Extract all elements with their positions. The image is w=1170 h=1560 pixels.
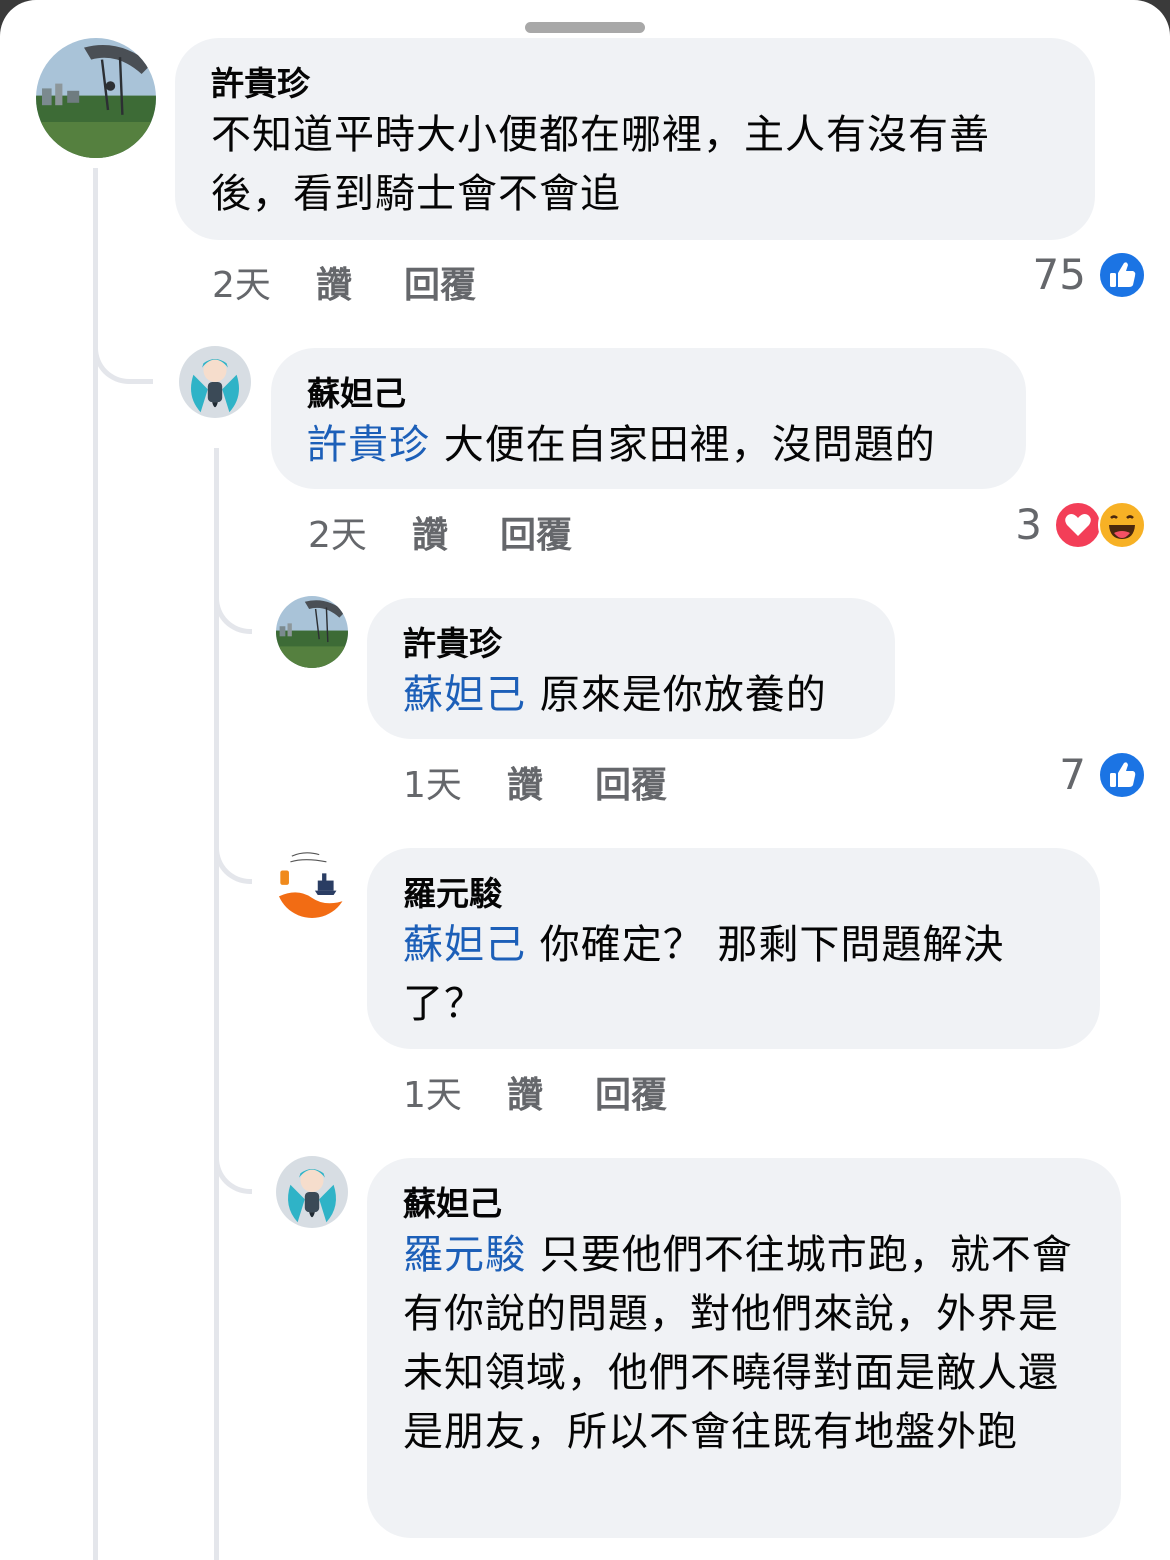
like-button[interactable]: 讚 <box>412 506 500 558</box>
landscape-photo-avatar <box>36 38 156 158</box>
comment-author[interactable]: 蘇妲己 <box>403 1182 1085 1226</box>
comment-text: 蘇妲己 原來是你放養的 <box>403 666 859 725</box>
like-button[interactable]: 讚 <box>507 1066 595 1118</box>
drag-handle[interactable] <box>525 22 645 33</box>
reply-button[interactable]: 回覆 <box>595 1066 667 1118</box>
avatar[interactable] <box>276 596 348 668</box>
anime-character-avatar <box>179 346 251 418</box>
comment-bubble[interactable]: 蘇妲己 羅元駿 只要他們不往城市跑，就不會有你說的問題，對他們來說，外界是未知領… <box>367 1158 1121 1538</box>
thread-line <box>93 168 98 1560</box>
comment-bubble[interactable]: 許貴珍 蘇妲己 原來是你放養的 <box>367 598 895 739</box>
comment-mention[interactable]: 許貴珍 <box>307 422 430 468</box>
reply-button[interactable]: 回覆 <box>404 256 476 308</box>
comment-actions: 1天讚回覆 <box>403 1066 667 1118</box>
comment-mention[interactable]: 蘇妲己 <box>403 922 526 968</box>
reaction-icons <box>1054 500 1146 549</box>
comment-bubble[interactable]: 蘇妲己 許貴珍 大便在自家田裡，沒問題的 <box>271 348 1026 489</box>
comment-author[interactable]: 許貴珍 <box>403 622 859 666</box>
comment-author[interactable]: 羅元駿 <box>403 872 1064 916</box>
love-icon <box>1054 500 1102 549</box>
avatar[interactable] <box>276 846 348 918</box>
comment-text: 羅元駿 只要他們不往城市跑，就不會有你說的問題，對他們來說，外界是未知領域，他們… <box>403 1226 1085 1462</box>
reaction-summary[interactable]: 7 <box>1059 750 1146 799</box>
reaction-count: 75 <box>1032 250 1086 299</box>
reply-button[interactable]: 回覆 <box>595 756 667 808</box>
avatar[interactable] <box>36 38 156 158</box>
comment-text: 不知道平時大小便都在哪裡，主人有沒有善後，看到騎士會不會追 <box>211 106 1059 224</box>
comment-mention[interactable]: 羅元駿 <box>403 1232 526 1278</box>
comment-body: 不知道平時大小便都在哪裡，主人有沒有善後，看到騎士會不會追 <box>211 112 990 217</box>
thread-connector <box>214 1120 252 1194</box>
cartoon-drawing-avatar <box>276 846 348 918</box>
reaction-count: 7 <box>1059 750 1086 799</box>
like-icon <box>1098 750 1146 799</box>
comment-text: 蘇妲己 你確定？ 那剩下問題解決了？ <box>403 916 1064 1034</box>
comment-author[interactable]: 許貴珍 <box>211 62 1059 106</box>
comment-actions: 2天讚回覆 <box>308 506 572 558</box>
reaction-summary[interactable]: 75 <box>1033 250 1146 299</box>
reply-button[interactable]: 回覆 <box>500 506 572 558</box>
comment-time[interactable]: 1天 <box>403 1066 507 1118</box>
comment-time[interactable]: 1天 <box>403 756 507 808</box>
thread-connector <box>93 300 153 384</box>
avatar[interactable] <box>276 1156 348 1228</box>
comment-text: 許貴珍 大便在自家田裡，沒問題的 <box>307 416 990 475</box>
thread-connector <box>214 560 252 634</box>
comment-body: 原來是你放養的 <box>539 672 827 718</box>
comment-author[interactable]: 蘇妲己 <box>307 372 990 416</box>
comment-body: 大便在自家田裡，沒問題的 <box>443 422 936 468</box>
like-button[interactable]: 讚 <box>507 756 595 808</box>
anime-character-avatar <box>276 1156 348 1228</box>
like-button[interactable]: 讚 <box>316 256 404 308</box>
like-icon <box>1098 250 1146 299</box>
thread-connector <box>214 810 252 884</box>
comment-bubble[interactable]: 羅元駿 蘇妲己 你確定？ 那剩下問題解決了？ <box>367 848 1100 1049</box>
comment-mention[interactable]: 蘇妲己 <box>403 672 526 718</box>
comment-time[interactable]: 2天 <box>212 256 316 308</box>
comment-actions: 2天讚回覆 <box>212 256 476 308</box>
comment-bubble[interactable]: 許貴珍 不知道平時大小便都在哪裡，主人有沒有善後，看到騎士會不會追 <box>175 38 1095 240</box>
avatar[interactable] <box>179 346 251 418</box>
reaction-summary[interactable]: 3 <box>1015 500 1146 549</box>
comment-time[interactable]: 2天 <box>308 506 412 558</box>
reaction-count: 3 <box>1015 500 1042 549</box>
comment-actions: 1天讚回覆 <box>403 756 667 808</box>
landscape-photo-avatar <box>276 596 348 668</box>
haha-icon <box>1098 500 1146 549</box>
comments-sheet: 許貴珍 不知道平時大小便都在哪裡，主人有沒有善後，看到騎士會不會追 2天讚回覆 … <box>0 0 1170 1560</box>
